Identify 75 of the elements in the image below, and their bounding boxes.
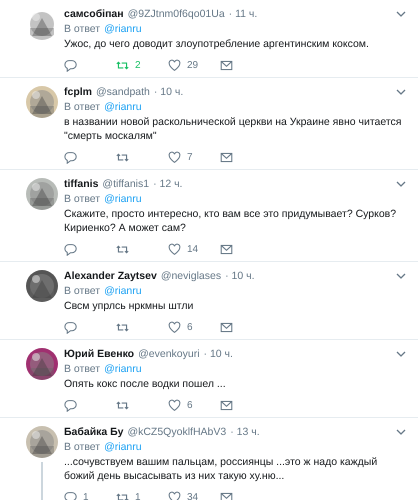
tweet-time[interactable]: · 12 ч.	[153, 178, 182, 190]
reply-label: В ответ	[64, 23, 100, 35]
like-count: 6	[187, 400, 193, 410]
like-count: 14	[187, 244, 198, 254]
heart-icon[interactable]	[168, 58, 181, 72]
reply-count: 1	[83, 492, 89, 500]
mail-icon[interactable]	[220, 320, 233, 334]
user-name[interactable]: tiffanis	[64, 178, 98, 190]
retweet-icon[interactable]	[116, 398, 129, 412]
retweet-icon[interactable]	[116, 490, 129, 500]
chevron-icon[interactable]	[396, 349, 406, 359]
user-name[interactable]: Alexander Zaytsev	[64, 270, 157, 282]
reply-icon[interactable]	[64, 398, 77, 412]
user-handle: @sandpath	[96, 86, 150, 98]
tweet-text: Опять кокс после водки пошел ...	[64, 377, 227, 391]
like-count: 34	[187, 492, 198, 500]
retweet-count: 2	[135, 60, 141, 70]
user-handle: @evenkoyuri	[138, 348, 200, 360]
retweet-count: 1	[135, 492, 141, 500]
user-handle: @tiffanis1	[102, 178, 150, 190]
tweet-text: Ужос, до чего доводит злоупотребление аргентинским коксом.	[64, 37, 370, 51]
heart-icon[interactable]	[168, 150, 181, 164]
mention-link[interactable]: @rianru	[104, 23, 142, 35]
reply-icon[interactable]	[64, 242, 77, 256]
retweet-icon[interactable]	[116, 58, 129, 72]
tweet-time[interactable]: · 13 ч.	[230, 426, 260, 438]
heart-icon[interactable]	[168, 398, 181, 412]
tweet-text: ...сочувствуем вашим пальцам, россиянцы ...это ж надо каждый божий день высасывать из них такую ху.ню...	[64, 455, 378, 483]
user-name[interactable]: fcplm	[64, 86, 92, 98]
reply-icon[interactable]	[64, 150, 77, 164]
like-count: 29	[187, 60, 198, 70]
chevron-icon[interactable]	[396, 179, 406, 189]
mention-link[interactable]: @rianru	[104, 193, 142, 205]
like-count: 6	[187, 322, 193, 332]
reply-icon[interactable]	[64, 58, 77, 72]
chevron-icon[interactable]	[396, 87, 406, 97]
tweet-time[interactable]: · 11 ч.	[228, 8, 258, 20]
chevron-icon[interactable]	[396, 427, 406, 437]
tweet-text: в названии новой раскольнической церкви на Украине явно читается "смерть москалям"	[64, 115, 402, 143]
reply-label: В ответ	[64, 193, 100, 205]
heart-icon[interactable]	[168, 490, 181, 500]
tweet-text: Скажите, просто интересно, кто вам все это придумывает? Сурков? Кириенко? А может сам?	[64, 207, 398, 235]
mention-link[interactable]: @rianru	[104, 441, 142, 453]
mail-icon[interactable]	[220, 150, 233, 164]
heart-icon[interactable]	[168, 320, 181, 334]
user-handle: @neviglases	[160, 270, 222, 282]
retweet-icon[interactable]	[116, 242, 129, 256]
user-name[interactable]: самсобіпан	[64, 8, 124, 20]
tweet-text: Свсм упрлсь нркмны штли	[64, 299, 194, 313]
reply-icon[interactable]	[64, 320, 77, 334]
reply-label: В ответ	[64, 285, 100, 297]
retweet-icon[interactable]	[116, 320, 129, 334]
mail-icon[interactable]	[220, 58, 233, 72]
user-name[interactable]: Бабайка Бу	[64, 426, 124, 438]
reply-label: В ответ	[64, 363, 100, 375]
reply-icon[interactable]	[64, 490, 77, 500]
chevron-icon[interactable]	[396, 9, 406, 19]
chevron-icon[interactable]	[396, 271, 406, 281]
heart-icon[interactable]	[168, 242, 181, 256]
user-name[interactable]: Юрий Евенко	[64, 348, 134, 360]
retweet-icon[interactable]	[116, 150, 129, 164]
mention-link[interactable]: @rianru	[104, 101, 142, 113]
tweet-time[interactable]: · 10 ч.	[225, 270, 254, 282]
mail-icon[interactable]	[220, 490, 233, 500]
mention-link[interactable]: @rianru	[104, 285, 142, 297]
tweet-time[interactable]: · 10 ч.	[154, 86, 184, 98]
user-handle: @9ZJtnm0f6qo01Ua	[128, 8, 225, 20]
reply-label: В ответ	[64, 101, 100, 113]
tweet-time[interactable]: · 10 ч.	[204, 348, 233, 360]
user-handle: @kCZ5QyoklfHAbV3	[127, 426, 226, 438]
mail-icon[interactable]	[220, 242, 233, 256]
reply-label: В ответ	[64, 441, 100, 453]
mention-link[interactable]: @rianru	[104, 363, 142, 375]
mail-icon[interactable]	[220, 398, 233, 412]
like-count: 7	[187, 152, 193, 162]
